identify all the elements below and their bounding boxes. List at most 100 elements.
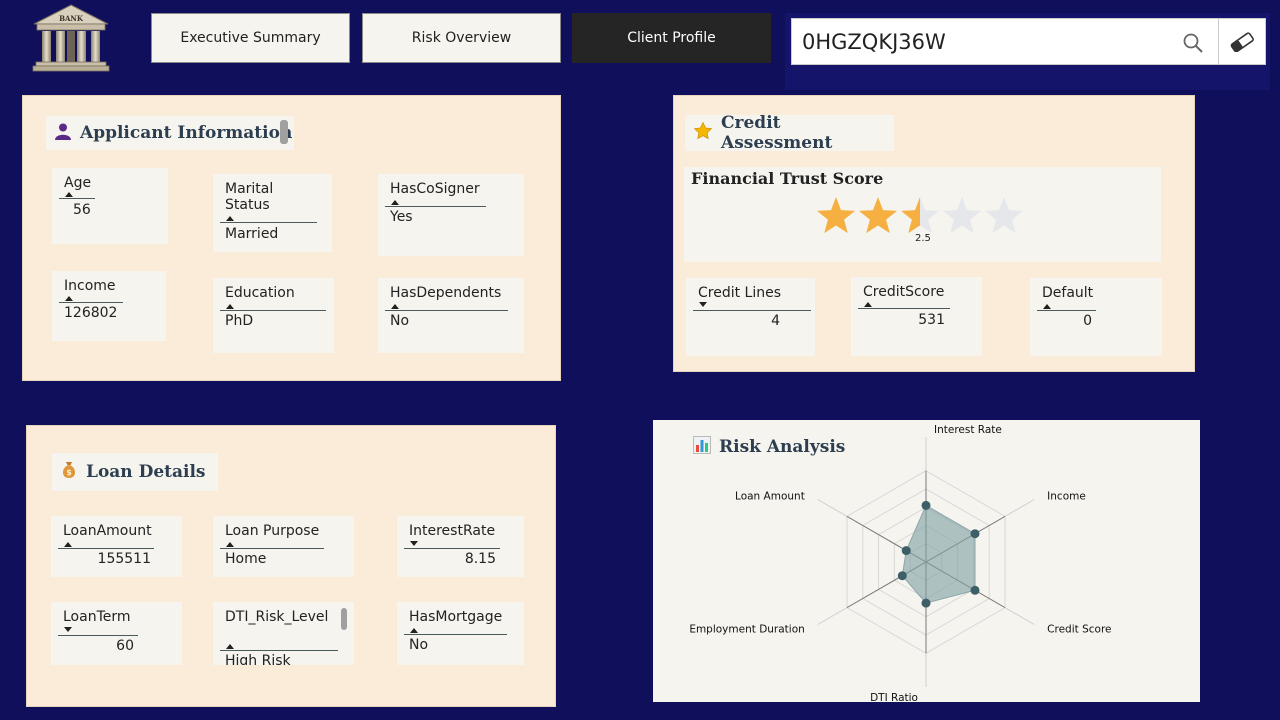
field-label-default: Default (1042, 285, 1094, 301)
field-label-education: Education (225, 285, 295, 301)
tab-client-profile[interactable]: Client Profile (572, 13, 771, 63)
field-value-dependents: No (390, 313, 410, 329)
field-value-credit-score: 531 (918, 312, 945, 328)
field-value-loan-amount: 155511 (97, 551, 151, 567)
search-input[interactable] (802, 27, 1162, 57)
credit-title-text: Credit Assessment (721, 113, 833, 153)
rating-star-3[interactable] (900, 197, 940, 234)
loan-title-text: Loan Details (86, 462, 206, 482)
field-label-credit-score: CreditScore (863, 284, 945, 300)
divider (385, 206, 486, 207)
field-value-loan-term: 60 (116, 638, 134, 654)
divider (220, 548, 324, 549)
sort-caret-icon[interactable] (391, 304, 399, 309)
field-card-default: Default 0 (1030, 278, 1162, 356)
search-box (791, 18, 1219, 65)
field-label-mortgage: HasMortgage (409, 609, 503, 625)
radar-axis-label: Credit Score (1047, 624, 1111, 636)
field-value-credit-lines: 4 (771, 313, 780, 329)
rating-star-1[interactable] (816, 197, 856, 234)
loan-panel: $ Loan Details LoanAmount 155511 Loan Pu… (26, 425, 556, 707)
sort-caret-icon[interactable] (864, 302, 872, 307)
field-value-income: 126802 (64, 305, 118, 321)
sort-caret-icon[interactable] (410, 628, 418, 633)
divider (220, 650, 338, 651)
divider (404, 548, 500, 549)
radar-axis-label: Income (1047, 491, 1086, 503)
divider (1037, 310, 1096, 311)
field-value-interest-rate: 8.15 (464, 551, 496, 567)
sort-caret-icon[interactable] (65, 296, 73, 301)
divider (59, 198, 95, 199)
radar-point[interactable] (970, 585, 980, 595)
sort-caret-icon[interactable] (226, 216, 234, 221)
field-card-loan-amount: LoanAmount 155511 (51, 516, 182, 577)
radar-point[interactable] (921, 598, 931, 608)
divider (858, 308, 950, 309)
sort-caret-icon[interactable] (226, 644, 234, 649)
star-rating[interactable] (816, 197, 1026, 237)
radar-chart[interactable]: Interest Rate Income Credit Score DTI Ratio… (653, 420, 1200, 702)
rating-value: 2.5 (915, 233, 931, 244)
svg-text:$: $ (66, 468, 72, 477)
sort-caret-icon[interactable] (226, 542, 234, 547)
radar-point[interactable] (921, 500, 931, 510)
field-label-dependents: HasDependents (390, 285, 502, 301)
field-card-interest-rate: InterestRate 8.15 (397, 516, 524, 577)
field-card-education: Education PhD (213, 278, 334, 353)
radar-point[interactable] (901, 546, 911, 556)
sort-caret-icon[interactable] (391, 200, 399, 205)
radar-axis-label: Employment Duration (689, 624, 805, 636)
radar-point[interactable] (970, 529, 980, 539)
clear-button[interactable] (1218, 18, 1266, 65)
radar-point[interactable] (897, 571, 907, 581)
sort-caret-icon[interactable] (64, 627, 72, 632)
field-label-credit-lines: Credit Lines (698, 285, 782, 301)
financial-trust-score-title: Financial Trust Score (691, 169, 884, 188)
sort-caret-icon[interactable] (1043, 304, 1051, 309)
radar-axis-label: DTI Ratio (870, 692, 918, 702)
divider (385, 310, 508, 311)
sort-caret-icon[interactable] (226, 304, 234, 309)
field-value-education: PhD (225, 313, 254, 329)
field-card-credit-lines: Credit Lines 4 (686, 278, 815, 356)
field-card-income: Income 126802 (52, 271, 166, 341)
field-label-loan-purpose: Loan Purpose (225, 523, 320, 539)
sort-caret-icon[interactable] (410, 541, 418, 546)
eraser-icon (1230, 31, 1254, 52)
search-icon[interactable] (1182, 32, 1204, 54)
financial-trust-score-card: Financial Trust Score 2.5 (684, 167, 1161, 262)
tab-executive-summary[interactable]: Executive Summary (151, 13, 350, 63)
rating-star-2[interactable] (858, 197, 898, 234)
applicant-scrollbar[interactable] (280, 120, 288, 144)
field-label-loan-term: LoanTerm (63, 609, 131, 625)
field-label-age: Age (64, 175, 92, 191)
field-card-loan-purpose: Loan Purpose Home (213, 516, 354, 577)
applicant-title-text: Applicant Information (80, 123, 293, 143)
field-label-marital: Marital Status (225, 181, 274, 213)
sort-caret-icon[interactable] (64, 542, 72, 547)
field-value-mortgage: No (409, 637, 429, 653)
field-label-income: Income (64, 278, 116, 294)
divider (59, 302, 123, 303)
applicant-panel: Applicant Information Age 56 Marital Sta… (22, 95, 561, 381)
field-card-loan-term: LoanTerm 60 (51, 602, 182, 665)
field-card-credit-score: CreditScore 531 (851, 277, 982, 356)
rating-star-5[interactable] (984, 197, 1024, 234)
dti-card-scrollbar[interactable] (341, 608, 347, 630)
person-icon (54, 122, 72, 145)
field-value-default: 0 (1083, 313, 1092, 329)
field-card-mortgage: HasMortgage No (397, 602, 524, 665)
field-value-marital: Married (225, 226, 279, 242)
radar-data-area (901, 504, 976, 604)
field-label-interest-rate: InterestRate (409, 523, 496, 539)
rating-star-4[interactable] (942, 197, 982, 234)
tab-risk-overview[interactable]: Risk Overview (362, 13, 561, 63)
field-value-age: 56 (73, 202, 91, 218)
field-value-dti-risk: High Risk (225, 653, 291, 665)
sort-caret-icon[interactable] (65, 192, 73, 197)
radar-axis-label: Interest Rate (934, 424, 1002, 436)
field-value-cosigner: Yes (390, 209, 413, 225)
sort-caret-icon[interactable] (699, 302, 707, 307)
divider (58, 635, 138, 636)
